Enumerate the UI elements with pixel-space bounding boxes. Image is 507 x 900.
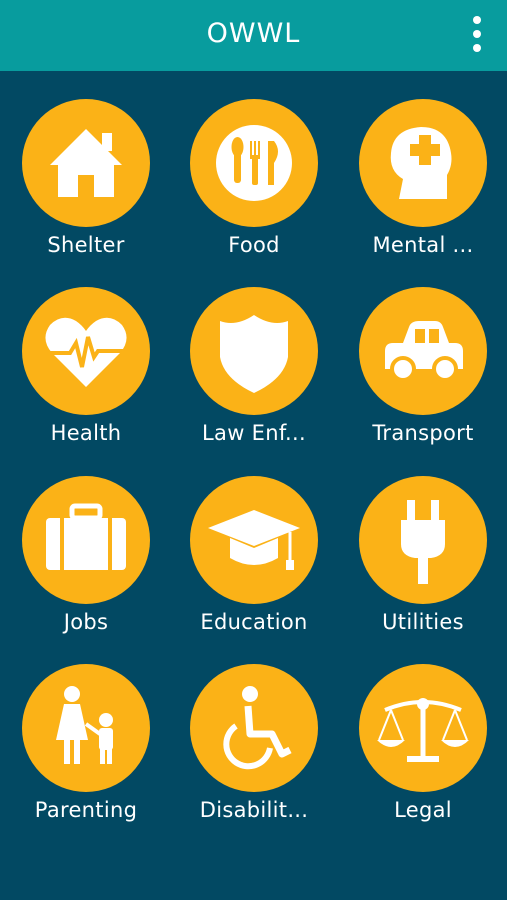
category-jobs[interactable]: Jobs <box>6 476 166 646</box>
graduation-cap-icon <box>190 476 318 604</box>
category-disability[interactable]: Disabilit... <box>174 664 334 834</box>
utensils-icon <box>190 99 318 227</box>
category-mental[interactable]: Mental ... <box>343 99 503 269</box>
category-law-enforcement[interactable]: Law Enf... <box>174 287 334 457</box>
app-bar: OWWL <box>0 0 507 71</box>
category-label: Utilities <box>382 610 464 634</box>
scales-icon <box>359 664 487 792</box>
category-label: Legal <box>394 798 452 822</box>
category-label: Parenting <box>34 798 138 822</box>
head-medical-icon <box>359 99 487 227</box>
heartbeat-icon <box>22 287 150 415</box>
category-label: Mental ... <box>372 233 474 257</box>
category-parenting[interactable]: Parenting <box>6 664 166 834</box>
car-icon <box>359 287 487 415</box>
category-label: Shelter <box>47 233 125 257</box>
category-label: Food <box>228 233 280 257</box>
parent-child-icon <box>22 664 150 792</box>
category-label: Jobs <box>63 610 109 634</box>
category-health[interactable]: Health <box>6 287 166 457</box>
category-shelter[interactable]: Shelter <box>6 99 166 269</box>
shield-icon <box>190 287 318 415</box>
plug-icon <box>359 476 487 604</box>
category-label: Law Enf... <box>202 421 306 445</box>
overflow-menu-icon[interactable] <box>466 16 488 52</box>
app-title: OWWL <box>206 18 301 49</box>
category-label: Health <box>50 421 122 445</box>
category-transport[interactable]: Transport <box>343 287 503 457</box>
briefcase-icon <box>22 476 150 604</box>
house-icon <box>22 99 150 227</box>
category-education[interactable]: Education <box>174 476 334 646</box>
wheelchair-icon <box>190 664 318 792</box>
category-legal[interactable]: Legal <box>343 664 503 834</box>
category-utilities[interactable]: Utilities <box>343 476 503 646</box>
category-label: Disabilit... <box>199 798 309 822</box>
category-label: Transport <box>372 421 474 445</box>
category-food[interactable]: Food <box>174 99 334 269</box>
category-label: Education <box>200 610 308 634</box>
